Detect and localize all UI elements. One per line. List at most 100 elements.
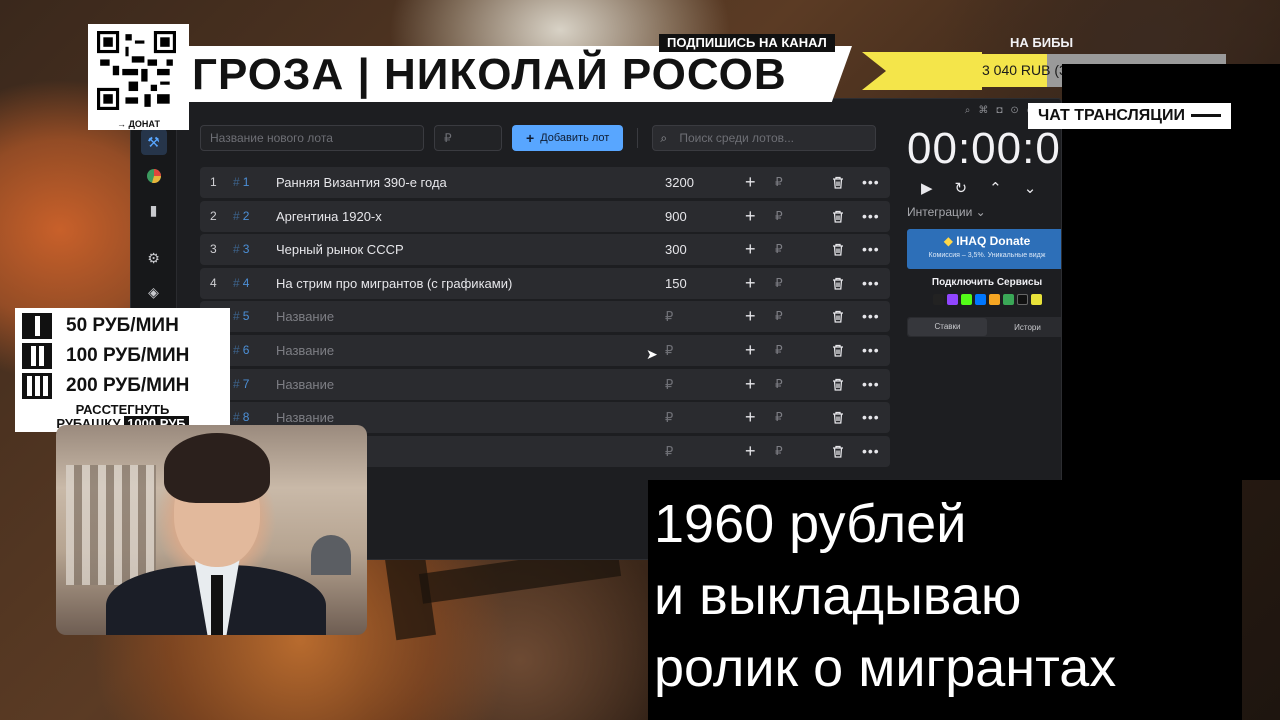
lot-amount-field[interactable]: 3200 <box>665 167 694 198</box>
gavel-icon[interactable]: ⚒ <box>140 129 167 155</box>
x-icon[interactable] <box>1016 294 1028 305</box>
pin-icon[interactable]: ⊙ <box>1010 105 1018 116</box>
layers-icon[interactable]: ◈ <box>141 279 167 305</box>
lot-search: ⌕ <box>652 125 877 151</box>
lot-index: 2 <box>210 208 217 223</box>
lot-amount-field[interactable]: ₽ <box>665 369 673 400</box>
chevron-up-icon[interactable]: ⌃ <box>989 179 1002 197</box>
tab-bets[interactable]: Ставки <box>908 318 987 336</box>
new-lot-amount-input[interactable] <box>434 125 502 151</box>
more-options-icon[interactable]: ••• <box>862 335 880 366</box>
lot-number: #4 <box>233 275 250 290</box>
service-icon[interactable] <box>1002 294 1014 305</box>
gear-icon[interactable]: ⚙ <box>141 245 167 271</box>
add-bid-plus-icon[interactable]: + <box>745 369 756 400</box>
price-tier: 100 РУБ/МИН <box>15 341 189 371</box>
new-lot-name-input[interactable] <box>200 125 424 151</box>
add-bid-plus-icon[interactable]: + <box>745 402 756 433</box>
play-icon[interactable]: ▶ <box>921 179 933 197</box>
add-bid-plus-icon[interactable]: + <box>745 301 756 332</box>
donationalerts-icon[interactable] <box>932 294 944 305</box>
lot-name-field[interactable]: Название <box>276 335 334 366</box>
more-options-icon[interactable]: ••• <box>862 436 880 467</box>
more-options-icon[interactable]: ••• <box>862 301 880 332</box>
subtitle-caption: 1960 рублей и выкладываю ролик о мигрант… <box>648 480 1242 720</box>
link-icon[interactable]: ⌘ <box>978 105 988 116</box>
lot-name-field[interactable]: Черный рынок СССР <box>276 234 404 265</box>
donate-service-card[interactable]: ◆ IHAQ Donate Комиссия – 3,5%. Уникальны… <box>907 229 1061 269</box>
lot-amount-field[interactable]: ₽ <box>665 402 673 433</box>
service-icon[interactable] <box>1030 294 1042 305</box>
stream-title: ГРОЗА | НИКОЛАЙ РОСОВ <box>192 50 787 99</box>
more-options-icon[interactable]: ••• <box>862 234 880 265</box>
webcam-person <box>164 433 270 503</box>
twitch-icon[interactable] <box>946 294 958 305</box>
add-bid-plus-icon[interactable]: + <box>745 268 756 299</box>
reset-icon[interactable]: ↻ <box>955 179 968 197</box>
bid-currency[interactable]: ₽ <box>775 268 783 299</box>
lot-amount-field[interactable]: 300 <box>665 234 687 265</box>
more-options-icon[interactable]: ••• <box>862 201 880 232</box>
mouse-cursor-icon: ➤ <box>646 346 658 362</box>
vk-icon[interactable] <box>974 294 986 305</box>
bid-currency[interactable]: ₽ <box>775 234 783 265</box>
lot-index: 4 <box>210 275 217 290</box>
donatepay-icon[interactable] <box>988 294 1000 305</box>
trash-icon[interactable] <box>832 436 846 469</box>
trash-icon[interactable] <box>832 234 846 267</box>
trash-icon[interactable] <box>832 301 846 334</box>
bar-chart-icon[interactable]: ▮ <box>141 197 167 223</box>
lot-row: 4 #4 На стрим про мигрантов (с графиками) 1… <box>200 267 890 301</box>
lot-name-field[interactable]: Название <box>276 369 334 400</box>
bid-currency[interactable]: ₽ <box>775 369 783 400</box>
more-options-icon[interactable]: ••• <box>862 369 880 400</box>
timer-controls: ▶ ↻ ⌃ ⌄ <box>907 179 1061 197</box>
bid-currency[interactable]: ₽ <box>775 335 783 366</box>
kick-icon[interactable] <box>960 294 972 305</box>
trash-icon[interactable] <box>832 335 846 368</box>
lot-search-input[interactable] <box>652 125 877 151</box>
trash-icon[interactable] <box>832 268 846 301</box>
add-bid-plus-icon[interactable]: + <box>745 167 756 198</box>
lot-amount-field[interactable]: ₽ <box>665 301 673 332</box>
donate-qr-label: → ДОНАТ <box>117 119 160 129</box>
camera-icon[interactable]: ◘ <box>996 105 1002 116</box>
lot-toolbar: + Добавить лот ⌕ <box>200 125 877 151</box>
add-bid-plus-icon[interactable]: + <box>745 234 756 265</box>
add-lot-button[interactable]: + Добавить лот <box>512 125 624 151</box>
connect-services-title: Подключить Сервисы <box>931 277 1043 288</box>
bid-currency[interactable]: ₽ <box>775 436 783 467</box>
lot-name-field[interactable]: Аргентина 1920-х <box>276 201 382 232</box>
lot-amount-field[interactable]: ₽ <box>665 436 673 467</box>
webcam-background <box>311 535 351 575</box>
bid-currency[interactable]: ₽ <box>775 402 783 433</box>
pie-chart-icon[interactable] <box>141 163 167 189</box>
trash-icon[interactable] <box>832 369 846 402</box>
search-icon[interactable]: ⌕ <box>965 105 971 116</box>
bid-currency[interactable]: ₽ <box>775 201 783 232</box>
add-bid-plus-icon[interactable]: + <box>745 436 756 467</box>
tab-history[interactable]: Истори <box>988 323 1061 332</box>
bid-currency[interactable]: ₽ <box>775 167 783 198</box>
bid-currency[interactable]: ₽ <box>775 301 783 332</box>
lot-number: #7 <box>233 376 250 391</box>
lot-name-field[interactable]: Название <box>276 301 334 332</box>
more-options-icon[interactable]: ••• <box>862 167 880 198</box>
lot-name-field[interactable]: На стрим про мигрантов (с графиками) <box>276 268 512 299</box>
lot-name-field[interactable]: Ранняя Византия 390-е года <box>276 167 447 198</box>
more-options-icon[interactable]: ••• <box>862 402 880 433</box>
add-lot-label: Добавить лот <box>540 132 610 144</box>
chevron-down-icon[interactable]: ⌄ <box>1024 179 1037 197</box>
add-bid-plus-icon[interactable]: + <box>745 201 756 232</box>
more-options-icon[interactable]: ••• <box>862 268 880 299</box>
trash-icon[interactable] <box>832 167 846 200</box>
trash-icon[interactable] <box>832 201 846 234</box>
trash-icon[interactable] <box>832 402 846 435</box>
lot-amount-field[interactable]: 900 <box>665 201 687 232</box>
add-bid-plus-icon[interactable]: + <box>745 335 756 366</box>
price-tier: 50 РУБ/МИН <box>15 311 179 341</box>
lot-amount-field[interactable]: 150 <box>665 268 687 299</box>
panel-tabs: Ставки Истори <box>907 317 1061 337</box>
lot-amount-field[interactable]: ₽ <box>665 335 673 366</box>
integrations-dropdown[interactable]: Интеграции ⌄ <box>907 205 1061 219</box>
